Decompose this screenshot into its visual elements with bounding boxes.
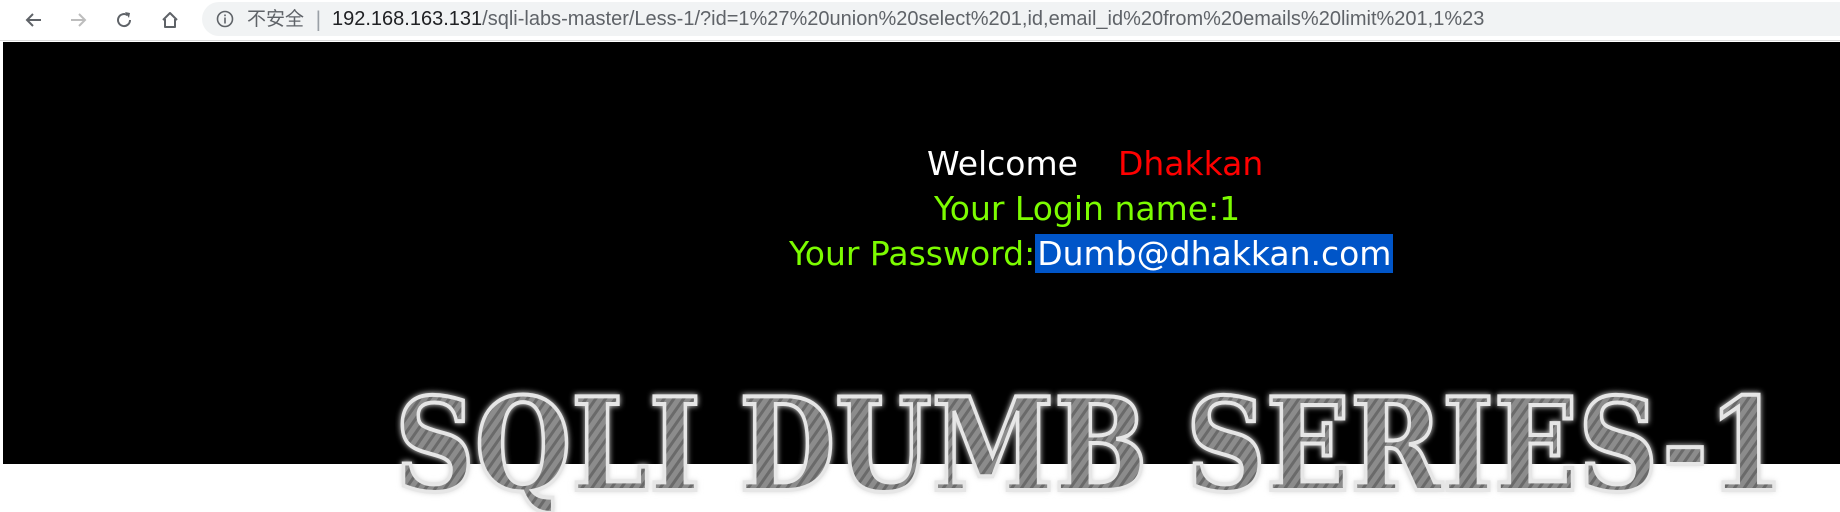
back-arrow-icon	[25, 13, 41, 27]
info-icon[interactable]	[216, 10, 234, 28]
forward-arrow-icon	[71, 13, 87, 27]
welcome-name: Dhakkan	[1117, 144, 1264, 183]
security-status-label: 不安全	[247, 8, 305, 30]
login-name-line: Your Login name:1	[934, 187, 1240, 231]
url-path: /sqli-labs-master/Less-1/?id=1%27%20unio…	[482, 8, 1485, 30]
url-text[interactable]: 192.168.163.131/sqli-labs-master/Less-1/…	[332, 6, 1484, 32]
url-host: 192.168.163.131	[332, 8, 483, 30]
reload-icon	[117, 12, 132, 28]
home-icon	[162, 12, 178, 28]
forward-button[interactable]	[62, 4, 94, 36]
login-name-value: 1	[1219, 189, 1241, 228]
password-line: Your Password:Dumb@dhakkan.com	[789, 232, 1394, 276]
reload-button[interactable]	[108, 4, 140, 36]
welcome-message: Welcome Dhakkan	[927, 142, 1263, 186]
password-value: Dumb@dhakkan.com	[1035, 234, 1394, 273]
back-button[interactable]	[18, 4, 50, 36]
welcome-word: Welcome	[927, 144, 1078, 183]
password-label: Your Password:	[789, 234, 1036, 273]
url-separator: |	[315, 7, 322, 31]
sqli-dumb-series-banner: SQLI DUMB SERIES-1	[395, 369, 1787, 512]
banner-text: SQLI DUMB SERIES-1	[395, 371, 1785, 512]
home-button[interactable]	[154, 4, 186, 36]
browser-toolbar: 不安全 | 192.168.163.131/sqli-labs-master/L…	[0, 0, 1840, 41]
page-content: Welcome Dhakkan Your Login name:1 Your Pa…	[3, 42, 1840, 512]
login-name-label: Your Login name:	[934, 189, 1220, 228]
address-bar[interactable]: 不安全 | 192.168.163.131/sqli-labs-master/L…	[202, 2, 1840, 36]
